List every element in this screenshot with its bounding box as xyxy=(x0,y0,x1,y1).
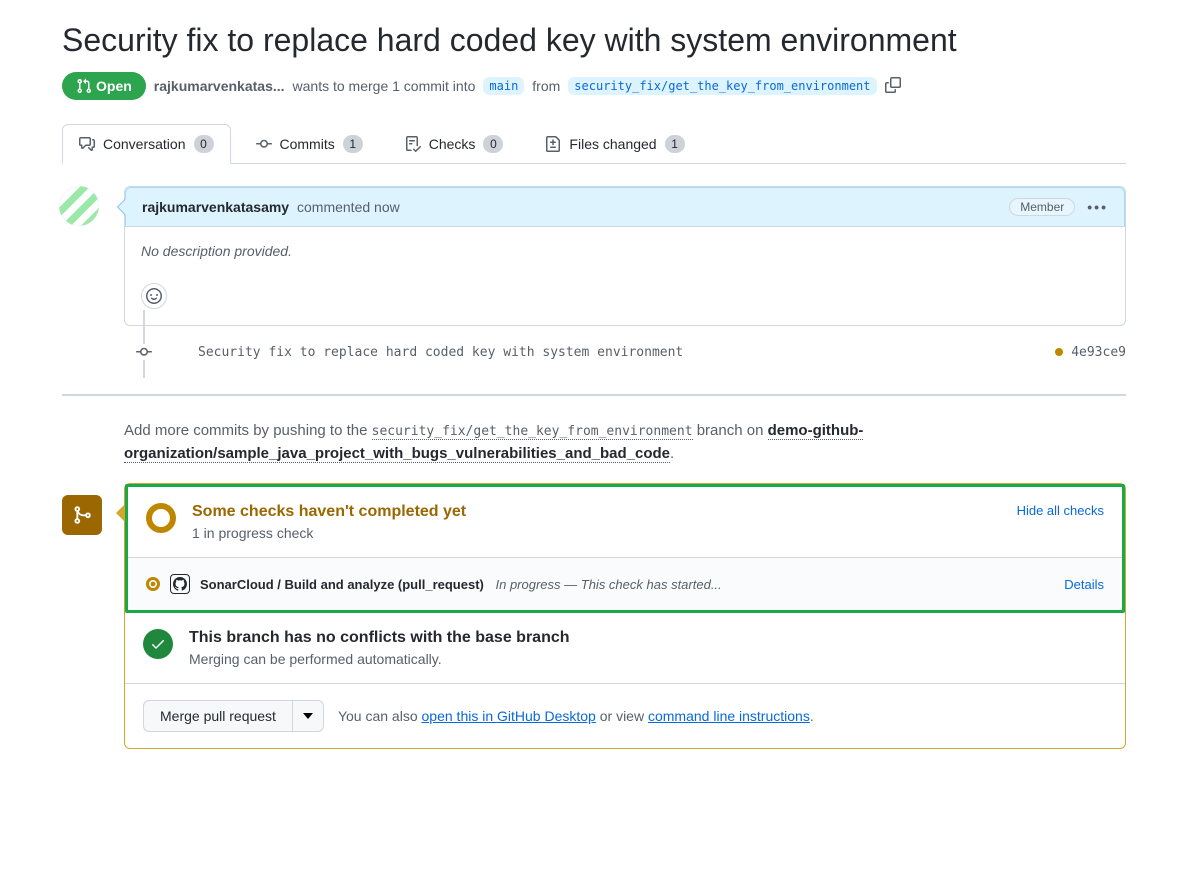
tab-commits[interactable]: Commits 1 xyxy=(239,124,380,164)
hide-all-checks-link[interactable]: Hide all checks xyxy=(1017,503,1104,518)
tab-commits-label: Commits xyxy=(280,136,335,152)
commit-status-pending-icon[interactable] xyxy=(1055,348,1063,356)
commit-node-icon xyxy=(136,344,152,360)
pr-tabs: Conversation 0 Commits 1 Checks 0 Files … xyxy=(62,124,1126,164)
merge-button-group: Merge pull request xyxy=(143,700,324,732)
compare-branch-tag[interactable]: security_fix/get_the_key_from_environmen… xyxy=(568,77,876,95)
pr-description-comment: rajkumarvenkatasamy commented now Member… xyxy=(124,186,1126,326)
comment-author-link[interactable]: rajkumarvenkatasamy xyxy=(142,199,289,215)
github-mark-icon xyxy=(170,574,190,594)
avatar-container xyxy=(59,186,99,226)
check-in-progress-icon xyxy=(146,577,160,591)
merge-alt-text: You can also open this in GitHub Desktop… xyxy=(338,708,814,724)
timeline-divider xyxy=(62,394,1126,396)
user-avatar[interactable] xyxy=(59,186,99,226)
commit-message-link[interactable]: Security fix to replace hard coded key w… xyxy=(198,345,1055,360)
copy-branch-icon[interactable] xyxy=(885,77,901,96)
success-check-icon xyxy=(143,629,173,659)
merge-pull-request-button[interactable]: Merge pull request xyxy=(143,700,293,732)
tab-checks-label: Checks xyxy=(429,136,476,152)
tab-files-count: 1 xyxy=(665,135,685,153)
state-label: Open xyxy=(96,78,132,94)
commit-event: Security fix to replace hard coded key w… xyxy=(124,326,1126,378)
command-line-link[interactable]: command line instructions xyxy=(648,708,810,724)
git-merge-icon xyxy=(72,505,92,525)
comment-time[interactable]: now xyxy=(374,199,400,215)
base-branch-tag[interactable]: main xyxy=(483,77,524,95)
pr-author-link[interactable]: rajkumarvenkatas... xyxy=(154,78,285,94)
add-reaction-button[interactable] xyxy=(141,283,167,309)
tab-conversation-label: Conversation xyxy=(103,136,186,152)
comment-header: rajkumarvenkatasamy commented now Member… xyxy=(125,187,1125,227)
reaction-row xyxy=(125,275,1125,325)
pr-title: Security fix to replace hard coded key w… xyxy=(62,20,1126,60)
tab-commits-count: 1 xyxy=(343,135,363,153)
smiley-icon xyxy=(146,288,162,304)
git-commit-icon xyxy=(256,136,272,152)
state-badge-open: Open xyxy=(62,72,146,100)
merge-text: wants to merge 1 commit into xyxy=(293,78,476,94)
merge-status-badge xyxy=(62,495,102,535)
member-badge: Member xyxy=(1009,198,1075,216)
push-hint-text: Add more commits by pushing to the secur… xyxy=(124,420,1126,465)
no-conflicts-subtitle: Merging can be performed automatically. xyxy=(189,651,570,667)
tab-files-label: Files changed xyxy=(569,136,656,152)
pending-status-icon xyxy=(146,503,176,533)
check-name[interactable]: SonarCloud / Build and analyze (pull_req… xyxy=(200,577,484,592)
caret-down-icon xyxy=(303,713,313,719)
comment-kebab-menu[interactable]: ••• xyxy=(1087,199,1108,215)
push-hint-branch: security_fix/get_the_key_from_environmen… xyxy=(372,424,693,440)
file-diff-icon xyxy=(545,136,561,152)
check-details-link[interactable]: Details xyxy=(1064,577,1104,592)
comment-discussion-icon xyxy=(79,136,95,152)
tab-conversation[interactable]: Conversation 0 xyxy=(62,124,231,164)
tab-files-changed[interactable]: Files changed 1 xyxy=(528,124,701,164)
merge-actions-section: Merge pull request You can also open thi… xyxy=(125,683,1125,748)
commit-hash-link[interactable]: 4e93ce9 xyxy=(1071,345,1126,360)
merge-conflicts-section: This branch has no conflicts with the ba… xyxy=(125,613,1125,683)
comment-body: No description provided. xyxy=(125,227,1125,275)
check-row: SonarCloud / Build and analyze (pull_req… xyxy=(128,557,1122,610)
git-pull-request-icon xyxy=(76,78,92,94)
comment-action: commented now xyxy=(293,199,400,215)
checks-subtitle: 1 in progress check xyxy=(192,525,466,541)
no-conflicts-title: This branch has no conflicts with the ba… xyxy=(189,629,570,647)
merge-dropdown-button[interactable] xyxy=(293,700,324,732)
from-text: from xyxy=(532,78,560,94)
checklist-icon xyxy=(405,136,421,152)
pr-meta-row: Open rajkumarvenkatas... wants to merge … xyxy=(62,72,1126,100)
highlighted-checks-region: Some checks haven't completed yet 1 in p… xyxy=(125,484,1125,613)
merge-panel: Some checks haven't completed yet 1 in p… xyxy=(124,483,1126,749)
checks-summary-section: Some checks haven't completed yet 1 in p… xyxy=(128,487,1122,557)
open-in-desktop-link[interactable]: open this in GitHub Desktop xyxy=(422,708,596,724)
tab-checks-count: 0 xyxy=(483,135,503,153)
check-status-text: In progress — This check has started... xyxy=(496,577,722,592)
tab-checks[interactable]: Checks 0 xyxy=(388,124,521,164)
tab-conversation-count: 0 xyxy=(194,135,214,153)
checks-title: Some checks haven't completed yet xyxy=(192,503,466,521)
